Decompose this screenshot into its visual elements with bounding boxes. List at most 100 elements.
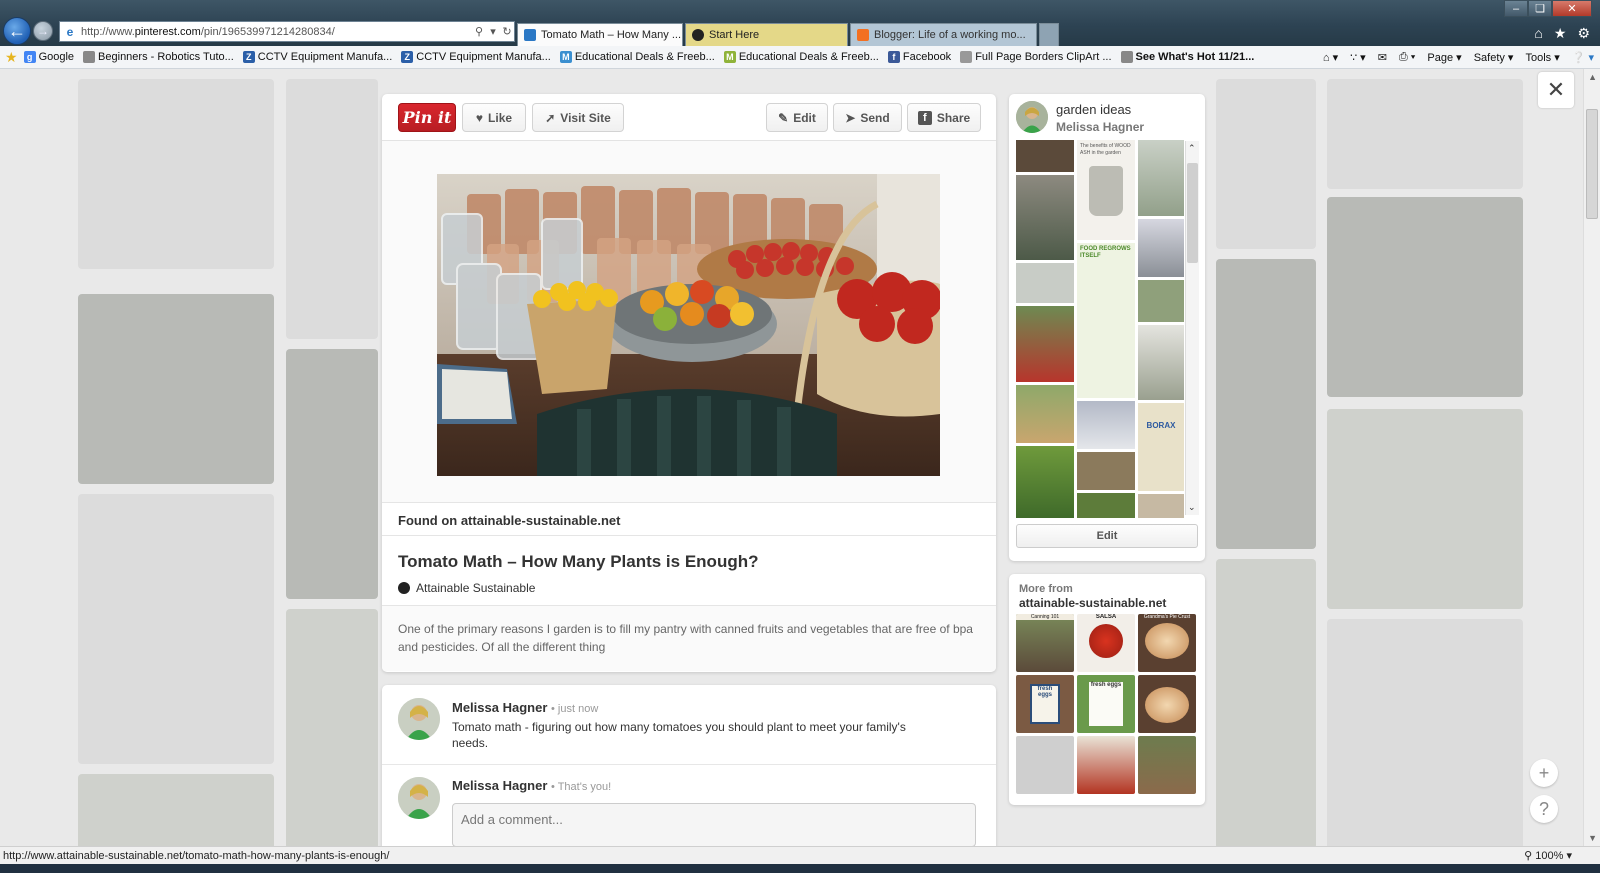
avatar[interactable]: [398, 777, 440, 819]
share-button[interactable]: f Share: [907, 103, 981, 132]
minimize-button[interactable]: –: [1504, 0, 1528, 17]
home-icon[interactable]: ⌂ ▾: [1323, 51, 1338, 64]
pin-title[interactable]: Tomato Math – How Many Plants is Enough?: [398, 552, 980, 572]
board-pin-thumb[interactable]: BORAX: [1138, 403, 1184, 491]
board-pin-thumb[interactable]: [1138, 219, 1184, 277]
more-from-domain[interactable]: attainable-sustainable.net: [1019, 596, 1166, 610]
favorite-link[interactable]: f Facebook: [887, 51, 951, 63]
edit-board-button[interactable]: Edit: [1016, 524, 1198, 548]
page-scrollbar[interactable]: ▲ ▼: [1583, 69, 1600, 846]
pin-it-button[interactable]: Pin it: [398, 103, 456, 132]
visit-site-button[interactable]: ➚ Visit Site: [532, 103, 624, 132]
tab-start-here[interactable]: Start Here: [685, 23, 848, 46]
page-menu[interactable]: Page ▾: [1427, 51, 1461, 64]
favorite-link[interactable]: Z CCTV Equipment Manufa...: [401, 51, 551, 63]
board-pin-thumb[interactable]: The benefits of WOOD ASH in the garden: [1077, 140, 1135, 240]
edit-pin-button[interactable]: ✎ Edit: [766, 103, 828, 132]
favorite-link[interactable]: Beginners - Robotics Tuto...: [83, 51, 234, 63]
more-pin-thumb[interactable]: [1016, 736, 1074, 794]
more-pin-thumb[interactable]: [1077, 736, 1135, 794]
board-pin-thumb[interactable]: [1077, 493, 1135, 518]
board-pin-thumb[interactable]: [1077, 401, 1135, 449]
more-thumb-caption: fresh eggs: [1030, 684, 1060, 724]
chevron-down-icon[interactable]: ⌄: [1188, 502, 1196, 513]
more-pin-thumb[interactable]: Canning 101: [1016, 614, 1074, 672]
board-pin-thumb[interactable]: [1138, 140, 1184, 216]
chevron-down-icon[interactable]: ▼: [1588, 833, 1597, 843]
help-icon[interactable]: ❔ ▾: [1572, 51, 1594, 64]
gear-icon[interactable]: ⚙: [1577, 25, 1590, 42]
close-pin-button[interactable]: ✕: [1538, 72, 1574, 108]
board-name[interactable]: garden ideas: [1056, 102, 1131, 117]
favorite-link[interactable]: Z CCTV Equipment Manufa...: [242, 51, 392, 63]
home-icon[interactable]: ⌂: [1534, 25, 1542, 42]
board-pin-thumb[interactable]: [1016, 306, 1074, 382]
like-button[interactable]: ♥ Like: [462, 103, 526, 132]
add-pin-button[interactable]: +: [1530, 759, 1558, 787]
avatar[interactable]: [1016, 101, 1048, 133]
board-pin-thumb[interactable]: [1016, 446, 1074, 518]
board-pin-thumb[interactable]: FOOD REGROWS ITSELF: [1077, 243, 1135, 398]
comment-author[interactable]: Melissa Hagner • just now: [452, 700, 598, 715]
comment-author[interactable]: Melissa Hagner • That's you!: [452, 778, 611, 793]
more-pin-thumb[interactable]: SALSA: [1077, 614, 1135, 672]
chevron-down-icon[interactable]: ▾: [486, 25, 500, 38]
favorite-link[interactable]: g Google: [23, 51, 74, 63]
chevron-up-icon[interactable]: ▲: [1588, 72, 1597, 82]
favorites-list: g Google Beginners - Robotics Tuto... Z CCTV…: [23, 51, 1264, 63]
board-pin-thumb[interactable]: [1016, 175, 1074, 260]
board-pin-thumb[interactable]: [1138, 325, 1184, 400]
back-button[interactable]: ←: [3, 17, 31, 45]
found-on[interactable]: Found on attainable-sustainable.net: [382, 503, 996, 536]
avatar[interactable]: [398, 698, 440, 740]
question-icon: ?: [1538, 798, 1549, 819]
board-scrollbar[interactable]: ⌃ ⌄: [1185, 141, 1199, 515]
print-icon[interactable]: ⎙ ▾: [1399, 51, 1415, 64]
board-pin-thumb[interactable]: [1138, 494, 1184, 518]
tab-tomato-math[interactable]: Tomato Math – How Many ... ✕: [517, 23, 683, 46]
board-owner[interactable]: Melissa Hagner: [1056, 120, 1144, 134]
more-pin-thumb[interactable]: Grandma's Pie Crust: [1138, 614, 1196, 672]
help-button[interactable]: ?: [1530, 795, 1558, 823]
background-pin: [78, 774, 274, 846]
mail-icon[interactable]: ✉: [1378, 51, 1387, 64]
favorite-link[interactable]: Full Page Borders ClipArt ...: [960, 51, 1112, 63]
favorite-link[interactable]: M Educational Deals & Freeb...: [559, 51, 715, 63]
window-close-button[interactable]: ✕: [1552, 0, 1592, 17]
favorite-link[interactable]: See What's Hot 11/21...: [1120, 51, 1254, 63]
more-pin-thumb[interactable]: fresh eggs: [1077, 675, 1135, 733]
scrollbar-thumb[interactable]: [1586, 109, 1598, 219]
pin-image[interactable]: [437, 174, 940, 476]
favorites-star-icon[interactable]: ★: [1554, 25, 1567, 42]
favorites-star-icon[interactable]: ★: [5, 49, 18, 66]
board-pin-thumb[interactable]: [1138, 280, 1184, 322]
tab-blogger[interactable]: Blogger: Life of a working mo...: [850, 23, 1037, 46]
zoom-level[interactable]: ⚲ 100% ▾: [1524, 849, 1572, 862]
address-bar[interactable]: e http://www.pinterest.com/pin/196539971…: [59, 21, 515, 42]
board-pin-thumb[interactable]: [1016, 140, 1074, 172]
tools-menu[interactable]: Tools ▾: [1525, 51, 1559, 64]
board-pin-thumb[interactable]: [1077, 452, 1135, 490]
comment-input[interactable]: Add a comment...: [452, 803, 976, 846]
refresh-icon[interactable]: ↻: [500, 25, 514, 38]
favorite-link[interactable]: M Educational Deals & Freeb...: [723, 51, 879, 63]
more-pin-thumb[interactable]: fresh eggs: [1016, 675, 1074, 733]
rss-icon[interactable]: ∵ ▾: [1350, 51, 1366, 64]
found-on-domain[interactable]: attainable-sustainable.net: [461, 513, 621, 528]
more-pin-thumb[interactable]: [1138, 736, 1196, 794]
maximize-button[interactable]: ❏: [1528, 0, 1552, 17]
scrollbar-thumb[interactable]: [1187, 163, 1198, 263]
background-pin: [1216, 559, 1316, 846]
search-icon[interactable]: ⚲: [472, 25, 486, 38]
chevron-up-icon[interactable]: ⌃: [1188, 143, 1196, 154]
address-url[interactable]: http://www.pinterest.com/pin/19653997121…: [81, 26, 472, 38]
more-thumb-caption: Grandma's Pie Crust: [1143, 614, 1191, 620]
more-pin-thumb[interactable]: [1138, 675, 1196, 733]
safety-menu[interactable]: Safety ▾: [1474, 51, 1514, 64]
pin-source[interactable]: Attainable Sustainable: [398, 581, 980, 595]
board-pin-thumb[interactable]: [1016, 385, 1074, 443]
send-button[interactable]: ➤ Send: [833, 103, 902, 132]
forward-button[interactable]: →: [33, 21, 53, 41]
new-tab-button[interactable]: [1039, 23, 1059, 46]
board-pin-thumb[interactable]: [1016, 263, 1074, 303]
